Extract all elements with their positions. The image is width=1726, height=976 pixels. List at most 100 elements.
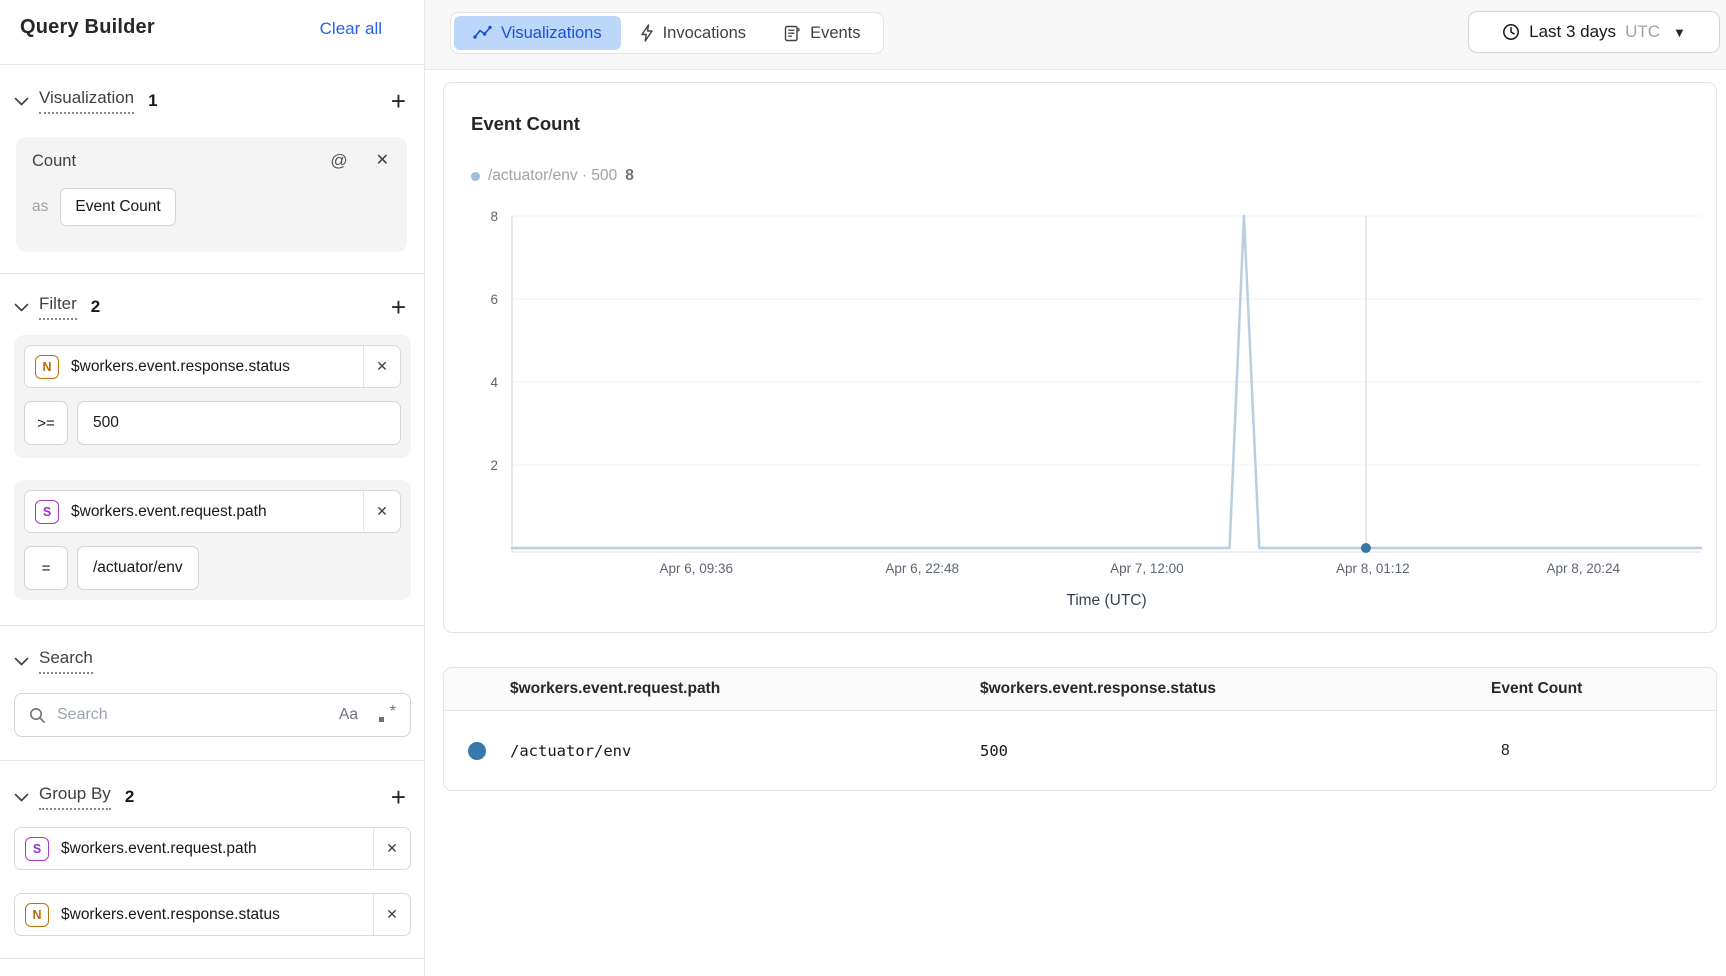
number-type-badge: N — [35, 355, 59, 379]
group-by-count: 2 — [125, 787, 134, 807]
series-color-dot — [468, 742, 486, 760]
filter-field-row[interactable]: S $workers.event.request.path ✕ — [24, 490, 401, 533]
string-type-badge: S — [35, 500, 59, 524]
svg-text:4: 4 — [490, 375, 498, 390]
clock-icon — [1502, 23, 1520, 41]
filter-field-name: $workers.event.request.path — [71, 503, 267, 521]
line-chart-icon — [473, 25, 492, 41]
group-by-field-name: $workers.event.response.status — [61, 906, 280, 924]
section-visualization-label[interactable]: Visualization — [39, 88, 134, 114]
query-builder-page: Query Builder Clear all Visualization 1 … — [0, 0, 1726, 976]
cell-status: 500 — [980, 742, 1491, 760]
tab-label: Events — [810, 24, 860, 43]
time-range-timezone: UTC — [1625, 22, 1660, 42]
sidebar-title: Query Builder — [20, 16, 155, 39]
time-range-label: Last 3 days — [1529, 22, 1616, 42]
chevron-down-icon[interactable] — [14, 793, 29, 802]
chevron-down-icon[interactable] — [14, 657, 29, 666]
remove-group-by-button[interactable]: ✕ — [374, 894, 410, 935]
tab-visualizations[interactable]: Visualizations — [454, 16, 621, 50]
topbar: Visualizations Invocations Events Last 3… — [425, 0, 1726, 70]
event-count-chart-card: Event Count /actuator/env · 500 8 2 4 6 8 Ap… — [443, 82, 1717, 633]
query-builder-sidebar: Query Builder Clear all Visualization 1 … — [0, 0, 425, 976]
divider — [0, 273, 425, 274]
table-row[interactable]: /actuator/env 500 8 — [444, 711, 1716, 790]
cell-event-count: 8 — [1491, 742, 1716, 760]
filter-operator-select[interactable]: >= — [24, 401, 68, 445]
svg-text:Apr 6, 22:48: Apr 6, 22:48 — [885, 561, 959, 576]
tab-label: Invocations — [663, 24, 746, 43]
legend-series-value: 8 — [625, 167, 634, 185]
filter-field-name: $workers.event.response.status — [71, 358, 290, 376]
filter-value-input[interactable]: /actuator/env — [77, 546, 199, 590]
section-search-label[interactable]: Search — [39, 648, 93, 674]
section-group-by-header: Group By 2 + — [14, 782, 410, 812]
divider — [0, 958, 425, 959]
regex-icon[interactable]: * — [378, 706, 396, 724]
filter-card: S $workers.event.request.path ✕ = /actua… — [14, 480, 411, 600]
remove-filter-button[interactable]: ✕ — [364, 346, 400, 387]
svg-text:Apr 8, 01:12: Apr 8, 01:12 — [1336, 561, 1410, 576]
main-area: Visualizations Invocations Events Last 3… — [425, 0, 1726, 976]
filter-card: N $workers.event.response.status ✕ >= 50… — [14, 335, 411, 458]
search-input[interactable]: Search Aa * — [14, 693, 411, 737]
remove-visualization-button[interactable]: ✕ — [374, 151, 391, 171]
divider — [0, 64, 425, 65]
clear-all-button[interactable]: Clear all — [320, 19, 382, 39]
number-type-badge: N — [25, 903, 49, 927]
cell-path: /actuator/env — [510, 742, 980, 760]
visualization-alias-input[interactable]: Event Count — [60, 188, 175, 226]
event-count-line-chart[interactable]: 2 4 6 8 Apr 6, 09:36 Apr 6, 22:48 Apr 7, 12:00… — [444, 208, 1718, 618]
svg-text:Apr 7, 12:00: Apr 7, 12:00 — [1110, 561, 1184, 576]
divider — [0, 625, 425, 626]
column-header-path: $workers.event.request.path — [510, 680, 980, 698]
chevron-down-icon[interactable] — [14, 97, 29, 106]
section-filter-label[interactable]: Filter — [39, 294, 77, 320]
time-range-dropdown[interactable]: Last 3 days UTC ▼ — [1468, 11, 1720, 53]
add-filter-button[interactable]: + — [387, 297, 410, 317]
section-visualization-header: Visualization 1 + — [14, 86, 410, 116]
group-by-row[interactable]: N $workers.event.response.status ✕ — [14, 893, 411, 936]
group-by-row[interactable]: S $workers.event.request.path ✕ — [14, 827, 411, 870]
search-icon — [29, 707, 46, 724]
column-header-status: $workers.event.response.status — [980, 680, 1491, 698]
table-header-row: $workers.event.request.path $workers.eve… — [444, 668, 1716, 711]
section-search-header: Search — [14, 646, 410, 676]
match-case-icon[interactable]: Aa — [339, 706, 358, 724]
remove-filter-button[interactable]: ✕ — [364, 491, 400, 532]
filter-count: 2 — [91, 297, 100, 317]
legend-series-name: /actuator/env · 500 — [488, 167, 617, 185]
column-header-event-count: Event Count — [1491, 680, 1716, 698]
filter-operator-select[interactable]: = — [24, 546, 68, 590]
add-visualization-button[interactable]: + — [387, 91, 410, 111]
svg-text:8: 8 — [490, 209, 498, 224]
tab-label: Visualizations — [501, 24, 602, 43]
legend-dot-icon — [471, 172, 480, 181]
divider — [0, 760, 425, 761]
search-placeholder: Search — [57, 706, 339, 724]
visualization-function[interactable]: Count — [32, 152, 76, 171]
filter-value-input[interactable]: 500 — [77, 401, 401, 445]
as-label: as — [32, 198, 48, 216]
chart-title: Event Count — [471, 113, 580, 135]
filter-field-row[interactable]: N $workers.event.response.status ✕ — [24, 345, 401, 388]
chevron-down-icon[interactable] — [14, 303, 29, 312]
section-filter-header: Filter 2 + — [14, 292, 410, 322]
svg-text:Apr 8, 20:24: Apr 8, 20:24 — [1547, 561, 1621, 576]
svg-text:Apr 6, 09:36: Apr 6, 09:36 — [660, 561, 734, 576]
visualization-card: Count @ ✕ as Event Count — [16, 137, 407, 252]
at-icon[interactable]: @ — [330, 151, 347, 171]
add-group-by-button[interactable]: + — [387, 787, 410, 807]
tab-events[interactable]: Events — [765, 16, 879, 50]
svg-text:2: 2 — [490, 458, 498, 473]
remove-group-by-button[interactable]: ✕ — [374, 828, 410, 869]
svg-text:6: 6 — [490, 292, 498, 307]
tab-invocations[interactable]: Invocations — [621, 16, 765, 50]
results-table: $workers.event.request.path $workers.eve… — [443, 667, 1717, 791]
section-group-by-label[interactable]: Group By — [39, 784, 111, 810]
svg-text:Time (UTC): Time (UTC) — [1066, 592, 1146, 609]
group-by-field-name: $workers.event.request.path — [61, 840, 257, 858]
lightning-bolt-icon — [640, 24, 654, 42]
chart-legend[interactable]: /actuator/env · 500 8 — [471, 167, 634, 185]
events-document-icon — [784, 25, 801, 42]
